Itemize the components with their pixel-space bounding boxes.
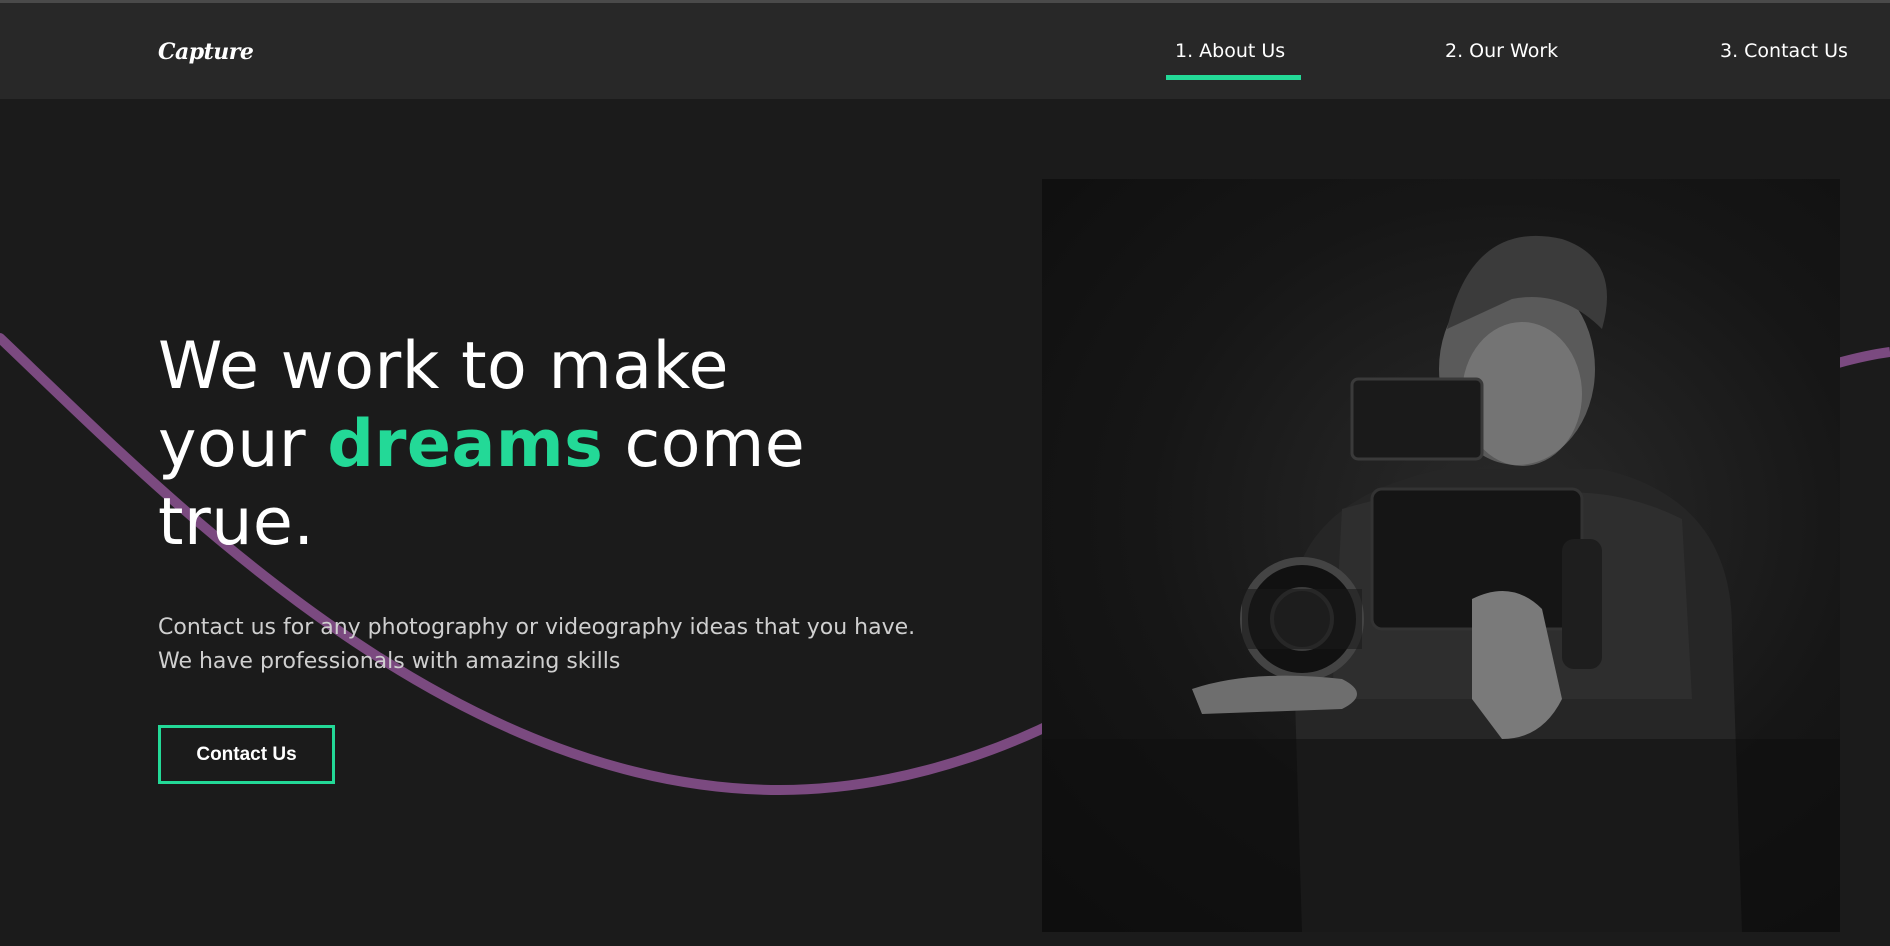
headline-line-3: true. bbox=[158, 485, 315, 560]
headline-come: come bbox=[624, 407, 806, 482]
hero-headline: We work to make your dreams come true. bbox=[158, 328, 918, 562]
wave-curve-right bbox=[1836, 347, 1890, 368]
hero-description: Contact us for any photography or videog… bbox=[158, 611, 958, 679]
hero-photo bbox=[1042, 179, 1840, 932]
headline-line-1: We work to make bbox=[158, 329, 729, 404]
headline-your: your bbox=[158, 407, 307, 482]
contact-us-button[interactable]: Contact Us bbox=[158, 725, 335, 784]
description-line-1: Contact us for any photography or videog… bbox=[158, 615, 916, 640]
headline-accent-word: dreams bbox=[327, 407, 604, 482]
description-line-2: We have professionals with amazing skill… bbox=[158, 649, 621, 674]
videographer-photo-icon bbox=[1042, 235, 1840, 932]
